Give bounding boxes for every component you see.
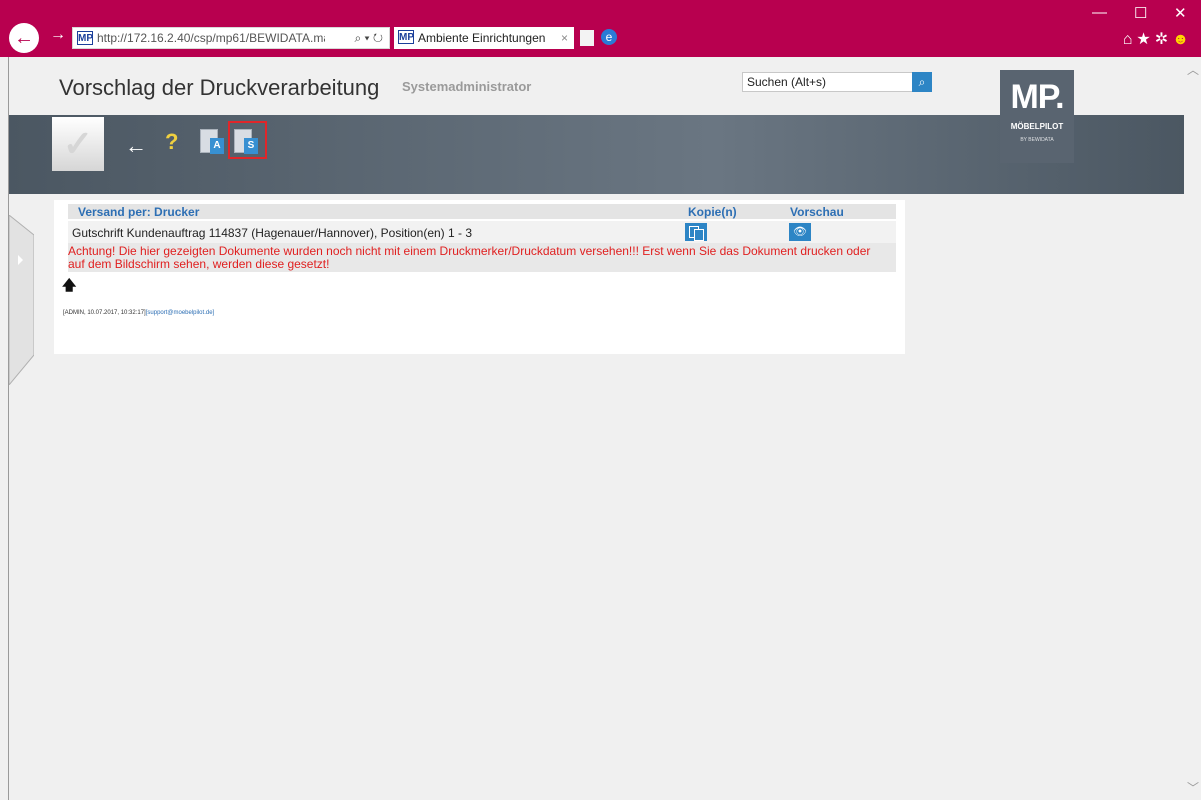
sidebar-toggle-handle[interactable] <box>9 215 34 385</box>
home-icon[interactable]: ⌂ <box>1123 31 1137 48</box>
scroll-up-icon[interactable]: ︿ <box>1187 61 1199 78</box>
address-tools-icon[interactable]: ⌕ ▾ ↻ <box>354 28 383 48</box>
page-title: Vorschlag der Druckverarbeitung <box>59 75 380 100</box>
content-panel: Versand per: Drucker Kopie(n) Vorschau G… <box>54 200 905 354</box>
warning-message: Achtung! Die hier gezeigten Dokumente wu… <box>68 243 896 272</box>
help-icon[interactable]: ? <box>165 129 178 155</box>
browser-chrome: ← → MP http://172.16.2.40/csp/mp61/BEWID… <box>0 0 1201 57</box>
preview-eye-icon[interactable]: 👁 <box>789 223 811 241</box>
address-bar[interactable]: MP http://172.16.2.40/csp/mp61/BEWIDATA.… <box>72 27 390 49</box>
app-area: Vorschlag der Druckverarbeitung Systemad… <box>8 57 1185 800</box>
browser-back-button[interactable]: ← <box>9 23 39 53</box>
confirm-button[interactable]: ✓ <box>52 117 104 171</box>
browser-tab[interactable]: MP Ambiente Einrichtungen × <box>394 27 574 49</box>
tab-close-icon[interactable]: × <box>561 27 568 49</box>
moebelpilot-logo: MP. MÖBELPILOT BY BEWIDATA <box>1000 70 1074 163</box>
print-a-badge: A <box>210 138 224 154</box>
user-role-label: Systemadministrator <box>402 79 532 94</box>
header-copies: Kopie(n) <box>688 205 737 219</box>
footer-info: [ADMIN, 10.07.2017, 10:32:17][support@mo… <box>63 310 215 316</box>
search-icon[interactable]: ⌕ <box>912 72 932 92</box>
tab-favicon-icon: MP <box>398 30 414 44</box>
minimize-button[interactable]: — <box>1092 4 1107 21</box>
copies-icon[interactable] <box>685 223 707 241</box>
edge-icon[interactable]: e <box>601 29 617 45</box>
settings-gear-icon[interactable]: ✲ <box>1155 31 1172 48</box>
browser-forward-button[interactable]: → <box>50 26 66 44</box>
close-window-button[interactable]: ✕ <box>1174 4 1187 22</box>
print-a-button[interactable]: A <box>200 129 226 157</box>
tab-title: Ambiente Einrichtungen <box>418 31 546 45</box>
site-favicon-icon: MP <box>77 31 93 45</box>
favorites-star-icon[interactable]: ★ <box>1136 31 1154 48</box>
scroll-down-icon[interactable]: ﹀ <box>1187 779 1199 796</box>
search-input[interactable]: Suchen (Alt+s) <box>742 72 916 92</box>
browser-toolbar-icons: ⌂★✲☻ <box>1123 29 1193 49</box>
maximize-button[interactable]: ☐ <box>1134 4 1147 22</box>
table-header: Versand per: Drucker Kopie(n) Vorschau <box>68 204 896 219</box>
support-email-link[interactable]: [support@moebelpilot.de] <box>146 310 214 316</box>
new-tab-button[interactable] <box>580 30 594 46</box>
table-row: Gutschrift Kundenauftrag 114837 (Hagenau… <box>68 221 896 243</box>
header-preview: Vorschau <box>790 205 844 219</box>
scroll-top-arrow-icon[interactable]: 🡅 <box>62 275 76 299</box>
scrollbar[interactable]: ︿ ﹀ <box>1184 57 1201 800</box>
feedback-smiley-icon[interactable]: ☻ <box>1172 31 1193 48</box>
address-url: http://172.16.2.40/csp/mp61/BEWIDATA.mai… <box>97 31 325 45</box>
header-dispatch: Versand per: Drucker <box>78 205 200 219</box>
document-name: Gutschrift Kundenauftrag 114837 (Hagenau… <box>72 226 473 240</box>
back-arrow-icon[interactable]: ← <box>125 133 147 159</box>
highlight-box <box>228 121 267 159</box>
